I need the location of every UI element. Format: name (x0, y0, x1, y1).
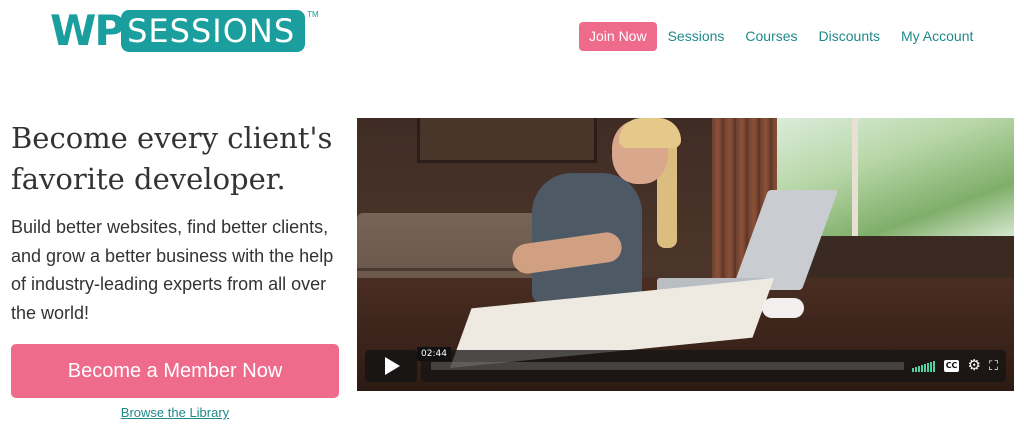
fullscreen-icon[interactable]: ⛶ (989, 359, 998, 373)
volume-icon[interactable] (911, 360, 936, 372)
video-controls: CC ⚙ ⛶ (365, 350, 1006, 382)
nav-link-sessions[interactable]: Sessions (668, 22, 725, 51)
logo-sessions-box: SESSIONS (121, 10, 306, 52)
settings-gear-icon[interactable]: ⚙ (967, 358, 980, 374)
nav-link-my-account[interactable]: My Account (901, 22, 973, 51)
browse-library-link: Browse the Library (0, 405, 350, 420)
site-logo[interactable]: WP SESSIONS TM (50, 10, 319, 52)
browse-library-link-text[interactable]: Browse the Library (121, 405, 229, 420)
logo-trademark: TM (307, 10, 319, 19)
video-player[interactable]: CC ⚙ ⛶ 02:44 (357, 118, 1014, 391)
hero-lead-text: Build better websites, find better clien… (11, 217, 334, 323)
play-button[interactable] (365, 350, 417, 382)
video-progress-track[interactable] (431, 362, 904, 370)
logo-wp-text: WP (50, 6, 125, 55)
nav-link-discounts[interactable]: Discounts (819, 22, 880, 51)
join-now-button[interactable]: Join Now (579, 22, 657, 51)
become-member-button[interactable]: Become a Member Now (11, 344, 339, 398)
main-nav: Join Now Sessions Courses Discounts My A… (579, 22, 983, 51)
play-icon (385, 357, 400, 375)
nav-link-courses[interactable]: Courses (745, 22, 797, 51)
video-control-bar: CC ⚙ ⛶ (421, 350, 1006, 382)
hero-headline: Become every client's favorite developer… (11, 121, 333, 196)
video-time-tooltip: 02:44 (417, 347, 451, 361)
logo-sessions-text: SESSIONS (127, 12, 296, 50)
captions-icon[interactable]: CC (943, 360, 960, 372)
